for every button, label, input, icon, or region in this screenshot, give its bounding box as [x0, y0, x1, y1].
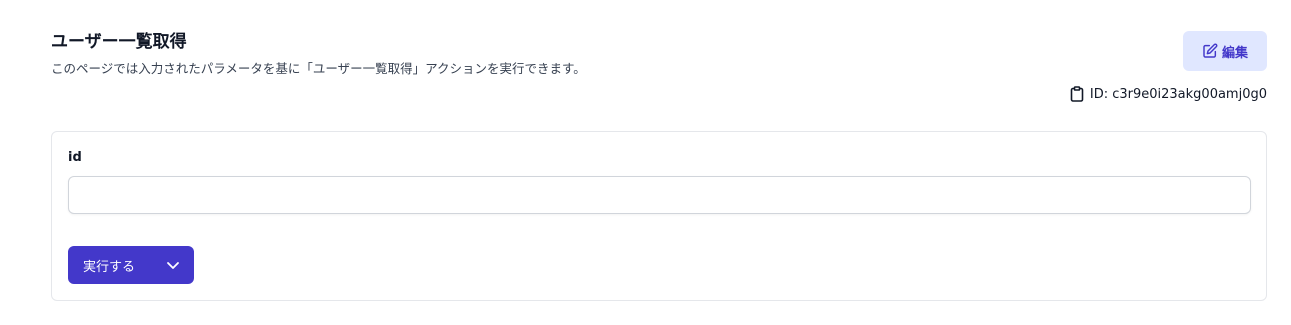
page-description: このページでは入力されたパラメータを基に「ユーザー一覧取得」アクションを実行でき…	[51, 61, 586, 76]
run-button[interactable]: 実行する	[68, 246, 152, 284]
chevron-down-icon	[167, 262, 179, 269]
clipboard-icon[interactable]	[1070, 86, 1084, 102]
action-form-card: id 実行する	[51, 131, 1267, 301]
id-field-label: id	[68, 150, 82, 165]
resource-id-text: ID: c3r9e0i23akg00amj0g0	[1089, 86, 1267, 102]
page-title: ユーザー一覧取得	[51, 32, 187, 52]
run-button-group: 実行する	[68, 246, 194, 284]
id-input[interactable]	[68, 176, 1251, 214]
resource-id: ID: c3r9e0i23akg00amj0g0	[1070, 84, 1267, 104]
pencil-square-icon	[1203, 43, 1218, 58]
edit-button[interactable]: 編集	[1183, 31, 1267, 71]
edit-button-label: 編集	[1221, 45, 1248, 61]
page-header: ユーザー一覧取得 このページでは入力されたパラメータを基に「ユーザー一覧取得」ア…	[51, 31, 586, 78]
run-options-dropdown[interactable]	[152, 246, 194, 284]
